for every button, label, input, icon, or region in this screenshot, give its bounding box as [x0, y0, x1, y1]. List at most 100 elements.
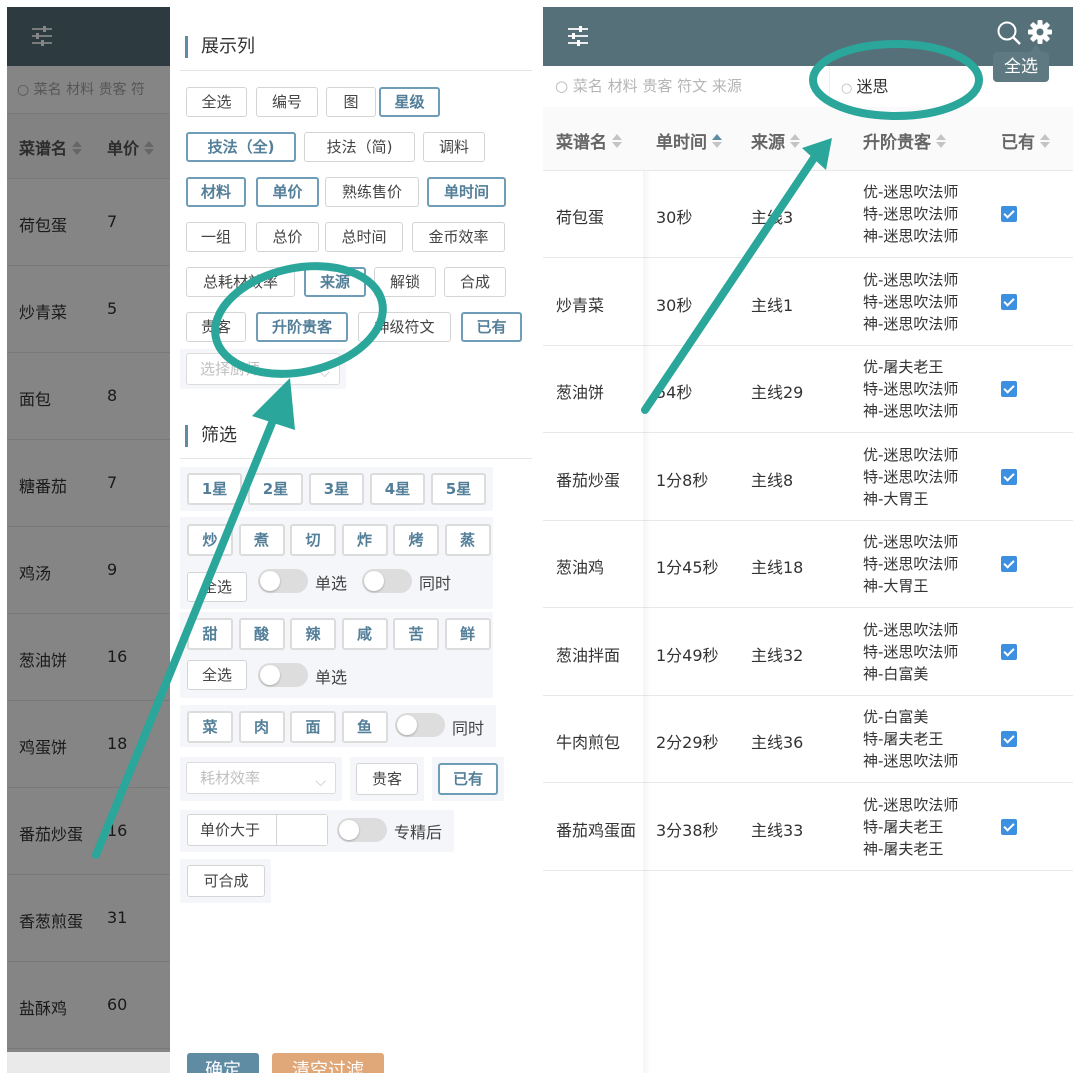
craftable-button[interactable]: 可合成 — [187, 865, 265, 897]
material-filter-tag[interactable]: 面 — [290, 711, 336, 743]
table-row[interactable]: 葱油拌面 1分49秒 主线32 优-迷思吹法师 特-迷思吹法师 神-白富美 — [543, 609, 1073, 696]
upgrade-guests: 优-迷思吹法师 特-迷思吹法师 神-迷思吹法师 — [863, 181, 958, 247]
column-toggle-tag[interactable]: 星级 — [379, 87, 440, 117]
material-filter-tag[interactable]: 肉 — [238, 711, 285, 743]
recipe-search-input[interactable]: ○ 菜名 材料 贵客 符文 来源 — [543, 66, 830, 107]
guest-line: 优-迷思吹法师 — [863, 445, 959, 464]
efficiency-select[interactable]: 耗材效率 ⌵ — [186, 762, 336, 794]
column-toggle-tag[interactable]: 来源 — [304, 267, 366, 297]
table-row[interactable]: 炒青菜 30秒 主线1 优-迷思吹法师 特-迷思吹法师 神-迷思吹法师 — [543, 259, 1073, 346]
tastes-select-all-button[interactable]: 全选 — [187, 660, 247, 690]
recipe-time: 1分49秒 — [656, 645, 719, 665]
chevron-down-icon: ⌵ — [315, 774, 326, 790]
table-row[interactable]: 葱油饼 54秒 主线29 优-屠夫老王 特-迷思吹法师 神-迷思吹法师 — [543, 346, 1073, 433]
confirm-button[interactable]: 确定 — [187, 1053, 259, 1073]
column-toggle-tag[interactable]: 全选 — [186, 87, 247, 117]
recipe-time: 2分29秒 — [656, 733, 719, 752]
search-icon[interactable] — [996, 20, 1022, 46]
price-greater-input[interactable] — [276, 815, 327, 845]
guest-line: 特-迷思吹法师 — [863, 205, 959, 223]
column-toggle-tag[interactable]: 熟练售价 — [325, 177, 419, 207]
recipe-name: 葱油饼 — [556, 383, 605, 402]
column-header-name[interactable]: 菜谱名 — [556, 128, 622, 153]
material-filter-tag[interactable]: 菜 — [187, 711, 233, 743]
column-toggle-tag[interactable]: 图 — [326, 87, 376, 117]
column-toggle-tag[interactable]: 调料 — [423, 132, 485, 162]
taste-filter-tag[interactable]: 辣 — [290, 618, 336, 650]
chef-select[interactable]: 选择厨师 ⌵ — [186, 353, 340, 385]
star-filter-tag[interactable]: 3星 — [309, 473, 364, 505]
star-filter-tag[interactable]: 1星 — [187, 473, 242, 505]
column-header-guests[interactable]: 升阶贵客 — [863, 128, 946, 153]
modal-overlay[interactable] — [7, 7, 170, 1073]
column-toggle-tag[interactable]: 解锁 — [374, 267, 436, 297]
column-toggle-tag[interactable]: 已有 — [461, 312, 522, 342]
material-filter-tag[interactable]: 鱼 — [341, 711, 388, 743]
guest-button[interactable]: 贵客 — [356, 763, 418, 795]
recipe-source: 主线29 — [751, 383, 804, 402]
skill-filter-tag[interactable]: 炒 — [187, 524, 233, 556]
taste-filter-tag[interactable]: 咸 — [341, 618, 388, 650]
gear-icon[interactable] — [1027, 19, 1053, 45]
column-toggle-tag[interactable]: 单时间 — [427, 177, 506, 207]
column-toggle-tag[interactable]: 神级符文 — [358, 312, 451, 342]
taste-filter-tag[interactable]: 甜 — [187, 618, 233, 650]
star-filter-tag[interactable]: 2星 — [248, 473, 303, 505]
tastes-single-toggle[interactable] — [258, 663, 308, 687]
table-row[interactable]: 荷包蛋 30秒 主线3 优-迷思吹法师 特-迷思吹法师 神-迷思吹法师 — [543, 171, 1073, 258]
skill-filter-tag[interactable]: 煮 — [238, 524, 285, 556]
star-filter-tag[interactable]: 4星 — [370, 473, 425, 505]
owned-checkbox[interactable] — [1001, 206, 1017, 222]
skills-select-all-button[interactable]: 全选 — [187, 572, 247, 602]
table-row[interactable]: 葱油鸡 1分45秒 主线18 优-迷思吹法师 特-迷思吹法师 神-大胃王 — [543, 521, 1073, 608]
skill-filter-tag[interactable]: 烤 — [393, 524, 439, 556]
clear-filter-button[interactable]: 清空过滤 — [272, 1053, 384, 1073]
skills-same-time-toggle[interactable] — [362, 569, 412, 593]
recipe-name: 荷包蛋 — [556, 208, 605, 227]
skill-filter-tag[interactable]: 蒸 — [444, 524, 491, 556]
column-toggle-tag[interactable]: 合成 — [444, 267, 506, 297]
column-toggle-tag[interactable]: 技法（全) — [186, 132, 296, 162]
taste-filter-tag[interactable]: 苦 — [393, 618, 439, 650]
after-master-toggle[interactable] — [337, 818, 387, 842]
fixed-column-shadow — [643, 171, 651, 1073]
column-toggle-tag[interactable]: 单价 — [256, 177, 319, 207]
table-row[interactable]: 牛肉煎包 2分29秒 主线36 优-白富美 特-屠夫老王 神-迷思吹法师 — [543, 696, 1073, 783]
column-toggle-tag[interactable]: 总时间 — [325, 222, 403, 252]
owned-checkbox[interactable] — [1001, 818, 1017, 835]
column-toggle-tag[interactable]: 贵客 — [186, 312, 246, 342]
owned-checkbox[interactable] — [1001, 556, 1017, 572]
recipe-list-panel: 全选 ○ 菜名 材料 贵客 符文 来源 ○ 迷思 菜谱名 单时间 来源 升阶贵客… — [543, 7, 1073, 1073]
recipe-source: 主线1 — [751, 295, 794, 315]
owned-checkbox[interactable] — [1001, 293, 1017, 310]
column-header-time[interactable]: 单时间 — [656, 128, 722, 153]
table-row[interactable]: 番茄炒蛋 1分8秒 主线8 优-迷思吹法师 特-迷思吹法师 神-大胃王 — [543, 434, 1073, 521]
owned-checkbox[interactable] — [1001, 643, 1017, 660]
taste-filter-tag[interactable]: 酸 — [238, 618, 285, 650]
skills-single-toggle[interactable] — [258, 569, 308, 593]
column-toggle-tag[interactable]: 总价 — [256, 222, 319, 252]
guest-search-input[interactable]: ○ 迷思 — [830, 66, 1073, 107]
column-toggle-tag[interactable]: 编号 — [256, 87, 318, 117]
column-toggle-tag[interactable]: 一组 — [186, 222, 246, 252]
guest-line: 优-迷思吹法师 — [863, 533, 959, 551]
owned-checkbox[interactable] — [1001, 381, 1017, 397]
column-header-owned[interactable]: 已有 — [1001, 128, 1050, 153]
owned-checkbox[interactable] — [1001, 731, 1017, 747]
column-toggle-tag[interactable]: 金币效率 — [412, 222, 505, 252]
column-header-source[interactable]: 来源 — [751, 128, 800, 153]
skill-filter-tag[interactable]: 炸 — [341, 524, 388, 556]
skill-filter-tag[interactable]: 切 — [290, 524, 336, 556]
materials-same-time-toggle[interactable] — [395, 713, 445, 737]
column-toggle-tag[interactable]: 升阶贵客 — [256, 312, 348, 342]
column-toggle-tag[interactable]: 技法（简) — [304, 132, 415, 162]
owned-filter-button[interactable]: 已有 — [438, 763, 498, 795]
taste-filter-tag[interactable]: 鲜 — [444, 618, 491, 650]
sliders-icon[interactable] — [567, 25, 589, 47]
star-filter-tag[interactable]: 5星 — [431, 473, 486, 505]
column-toggle-tag[interactable]: 总耗材效率 — [186, 267, 295, 297]
recipe-time: 30秒 — [656, 208, 693, 227]
owned-checkbox[interactable] — [1001, 468, 1017, 485]
column-toggle-tag[interactable]: 材料 — [186, 177, 246, 207]
table-row[interactable]: 番茄鸡蛋面 3分38秒 主线33 优-迷思吹法师 特-屠夫老王 神-屠夫老王 — [543, 784, 1073, 871]
